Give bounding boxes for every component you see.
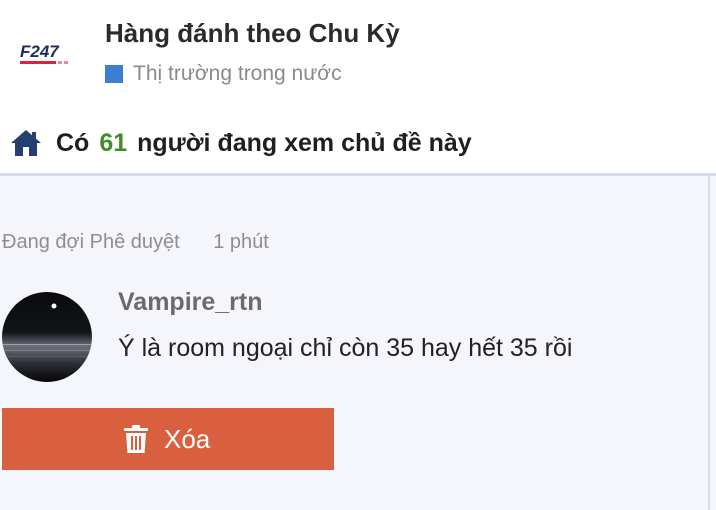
home-icon xyxy=(11,130,41,156)
page: F247 Hàng đánh theo Chu Kỳ Thị trường tr… xyxy=(0,0,716,510)
viewers-suffix: người đang xem chủ đề này xyxy=(137,128,472,157)
site-logo[interactable]: F247 xyxy=(18,40,86,70)
delete-button[interactable]: Xóa xyxy=(2,408,334,470)
category-link[interactable]: Thị trường trong nước xyxy=(105,62,342,86)
category-color-badge xyxy=(105,65,123,83)
pending-post-panel: Đang đợi Phê duyệt 1 phút Vampire_rtn Ý … xyxy=(0,173,716,510)
logo-text: F247 xyxy=(20,42,60,61)
thread-header: F247 Hàng đánh theo Chu Kỳ Thị trường tr… xyxy=(0,0,716,120)
trash-icon xyxy=(124,425,148,453)
logo-dot xyxy=(58,61,62,64)
viewers-prefix: Có xyxy=(56,128,90,157)
post-message: Ý là room ngoại chỉ còn 35 hay hết 35 rồ… xyxy=(118,334,573,362)
pending-status-row: Đang đợi Phê duyệt 1 phút xyxy=(2,231,269,254)
post-time: 1 phút xyxy=(213,231,269,253)
logo-underline xyxy=(20,61,56,64)
pending-status: Đang đợi Phê duyệt xyxy=(2,231,180,253)
post-author[interactable]: Vampire_rtn xyxy=(118,288,263,317)
logo-dot xyxy=(64,61,68,64)
viewers-count: 61 xyxy=(99,128,128,157)
delete-button-label: Xóa xyxy=(164,423,211,454)
thread-title[interactable]: Hàng đánh theo Chu Kỳ xyxy=(105,18,400,49)
category-label: Thị trường trong nước xyxy=(133,62,342,85)
viewers-count-row: Có 61 người đang xem chủ đề này xyxy=(10,128,472,158)
avatar[interactable] xyxy=(2,292,92,382)
